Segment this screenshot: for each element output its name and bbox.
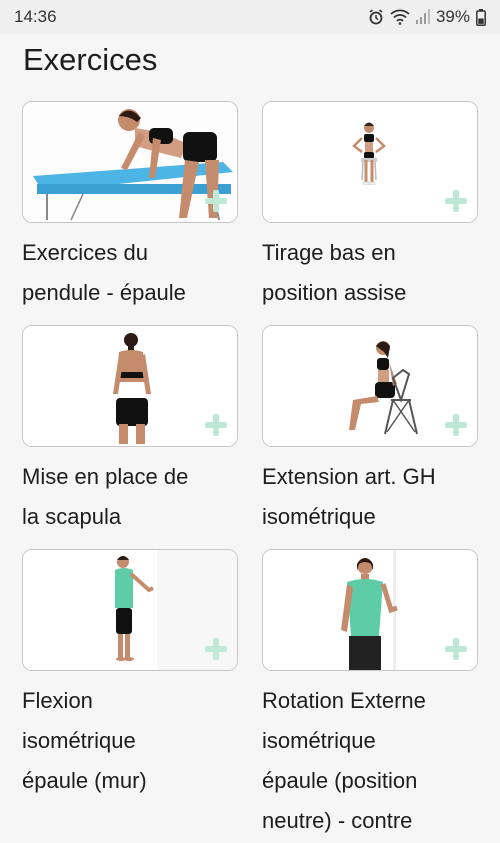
exercise-card-seated-row[interactable]: Tirage bas en position assise	[262, 101, 478, 325]
exercise-card-external-rotation[interactable]: Rotation Externe isométrique épaule (pos…	[262, 549, 478, 841]
add-icon[interactable]	[445, 414, 467, 436]
exercise-thumbnail	[262, 325, 478, 447]
exercise-thumbnail	[22, 549, 238, 671]
battery-icon	[476, 8, 486, 26]
status-icons: 39%	[368, 7, 486, 27]
exercise-card-scapula[interactable]: Mise en place de la scapula	[22, 325, 238, 549]
alarm-icon	[368, 9, 384, 25]
page-title: Exercices	[23, 42, 158, 77]
exercise-card-gh-extension[interactable]: Extension art. GH isométrique	[262, 325, 478, 549]
status-bar: 14:36 39%	[0, 0, 500, 34]
exercise-thumbnail	[22, 101, 238, 223]
exercise-title: Flexion isométrique épaule (mur)	[22, 688, 147, 793]
status-time: 14:36	[14, 7, 57, 26]
exercise-card-pendulum[interactable]: Exercices du pendule - épaule	[22, 101, 238, 325]
exercise-card-flexion-wall[interactable]: Flexion isométrique épaule (mur)	[22, 549, 238, 841]
exercise-thumbnail	[262, 101, 478, 223]
exercise-title: Tirage bas en position assise	[262, 240, 407, 305]
add-icon[interactable]	[205, 414, 227, 436]
add-icon[interactable]	[445, 190, 467, 212]
wifi-icon	[390, 9, 410, 25]
exercise-title: Extension art. GH isométrique	[262, 464, 436, 529]
exercise-grid: Exercices du pendule - épaule Tirage bas…	[22, 101, 478, 841]
exercise-title: Exercices du pendule - épaule	[22, 240, 186, 305]
battery-text: 39%	[435, 7, 470, 26]
exercise-title: Mise en place de la scapula	[22, 464, 189, 529]
add-icon[interactable]	[445, 638, 467, 660]
add-icon[interactable]	[205, 190, 227, 212]
signal-icon	[415, 9, 430, 25]
exercise-thumbnail	[262, 549, 478, 671]
exercise-thumbnail	[22, 325, 238, 447]
exercise-title: Rotation Externe isométrique épaule (pos…	[262, 688, 426, 833]
add-icon[interactable]	[205, 638, 227, 660]
